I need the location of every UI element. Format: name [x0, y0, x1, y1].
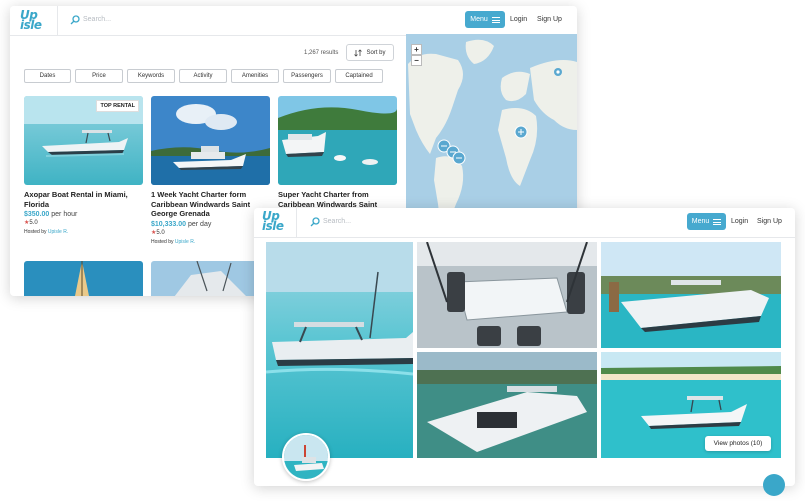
- rating-value: 5.0: [156, 229, 165, 236]
- logo-text-bottom: isle: [262, 219, 284, 233]
- listing-rating: ★5.0: [24, 219, 143, 226]
- boat-photo-main: [266, 242, 413, 458]
- search-input[interactable]: Search...: [83, 16, 111, 23]
- superyacht-photo: [278, 96, 397, 185]
- results-count: 1,267 results: [304, 50, 339, 56]
- listing-card[interactable]: TOP RENTAL Axopar Boat Rental in Miami, …: [24, 96, 143, 235]
- host-link[interactable]: Upisle R.: [48, 229, 68, 235]
- hamburger-icon: [713, 218, 722, 225]
- price-amount: $350.00: [24, 211, 50, 218]
- menu-label: Menu: [691, 218, 710, 225]
- menu-button[interactable]: Menu: [687, 213, 726, 230]
- filter-price[interactable]: Price: [75, 69, 123, 83]
- host-prefix: Hosted by: [24, 229, 47, 235]
- listing-title[interactable]: Axopar Boat Rental in Miami, Florida: [24, 190, 143, 209]
- top-navbar: Up isle Search... Menu Login Sign Up: [10, 6, 577, 36]
- gallery-photo[interactable]: [601, 242, 781, 348]
- filter-keywords[interactable]: Keywords: [127, 69, 175, 83]
- logo-divider: [296, 208, 297, 238]
- filter-amenities[interactable]: Amenities: [231, 69, 279, 83]
- price-unit: per day: [188, 220, 212, 228]
- map-pin-icon[interactable]: [554, 68, 562, 76]
- view-photos-button[interactable]: View photos (10): [705, 436, 771, 451]
- filter-activity[interactable]: Activity: [179, 69, 227, 83]
- listing-title[interactable]: 1 Week Yacht Charter form Caribbean Wind…: [151, 190, 270, 219]
- rating-value: 5.0: [29, 220, 38, 226]
- login-link[interactable]: Login: [731, 218, 748, 225]
- map-zoom-out[interactable]: −: [411, 55, 422, 66]
- gallery-photo[interactable]: View photos (10): [601, 352, 781, 458]
- price-unit: per hour: [51, 211, 78, 218]
- gallery-photo[interactable]: [417, 352, 597, 458]
- listing-title[interactable]: Super Yacht Charter from Caribbean Windw…: [278, 190, 397, 209]
- host-link[interactable]: Upisle R.: [175, 239, 195, 245]
- map-zoom-in[interactable]: +: [411, 44, 422, 55]
- logo-divider: [57, 6, 58, 36]
- boat-aerial-photo: [417, 352, 597, 458]
- sort-button[interactable]: Sort by: [346, 44, 394, 61]
- upisle-logo[interactable]: Up isle: [262, 210, 284, 233]
- price-amount: $10,333.00: [151, 220, 187, 228]
- listing-photo-row2[interactable]: [151, 261, 270, 296]
- sailboat-photo: [24, 261, 143, 296]
- fishing-boat-photo: [151, 261, 270, 296]
- chat-icon[interactable]: [763, 474, 785, 496]
- listing-host: Hosted by Upisle R.: [24, 229, 143, 235]
- search-icon: [70, 15, 80, 25]
- sort-label: Sort by: [366, 49, 386, 56]
- host-avatar[interactable]: [282, 433, 330, 481]
- listing-rating: ★5.0: [151, 229, 270, 236]
- listing-price: $350.00 per hour: [24, 211, 143, 218]
- logo-text-bottom: isle: [20, 18, 42, 32]
- host-prefix: Hosted by: [151, 238, 174, 245]
- signup-link[interactable]: Sign Up: [757, 218, 782, 225]
- listing-card[interactable]: 1 Week Yacht Charter form Caribbean Wind…: [151, 96, 270, 245]
- login-link[interactable]: Login: [510, 16, 527, 23]
- boat-deck-photo: [417, 242, 597, 348]
- listing-price: $10,333.00 per day: [151, 221, 270, 228]
- yacht-photo-grenada: [151, 96, 270, 185]
- filter-dates[interactable]: Dates: [24, 69, 71, 83]
- search-input[interactable]: Search...: [323, 218, 351, 225]
- avatar-boat-image: [284, 435, 328, 479]
- search-icon: [310, 217, 320, 227]
- listing-host: Hosted by Upisle R.: [151, 239, 270, 245]
- filter-passengers[interactable]: Passengers: [283, 69, 331, 83]
- listing-photo[interactable]: [151, 96, 270, 185]
- upisle-logo[interactable]: Up isle: [20, 9, 42, 32]
- listing-photo[interactable]: TOP RENTAL: [24, 96, 143, 185]
- top-rental-badge: TOP RENTAL: [96, 100, 139, 112]
- filter-captained[interactable]: Captained: [335, 69, 383, 83]
- listing-photo[interactable]: [278, 96, 397, 185]
- listing-photo-row2[interactable]: [24, 261, 143, 296]
- filter-bar: Dates Price Keywords Activity Amenities …: [24, 69, 383, 83]
- boat-marina-photo: [601, 242, 781, 348]
- menu-label: Menu: [470, 16, 488, 23]
- menu-button[interactable]: Menu: [465, 11, 505, 28]
- hamburger-icon: [491, 16, 500, 23]
- listing-detail-window: Up isle Search... Menu Login Sign Up Vie…: [254, 208, 795, 486]
- top-navbar: Up isle Search... Menu Login Sign Up: [254, 208, 795, 238]
- listing-card[interactable]: Super Yacht Charter from Caribbean Windw…: [278, 96, 397, 209]
- signup-link[interactable]: Sign Up: [537, 16, 562, 23]
- gallery-photo[interactable]: [417, 242, 597, 348]
- sort-icon: [354, 48, 363, 57]
- map-pin-icon[interactable]: [452, 151, 466, 165]
- map-pin-icon[interactable]: [514, 125, 528, 139]
- gallery-main-photo[interactable]: [266, 242, 413, 458]
